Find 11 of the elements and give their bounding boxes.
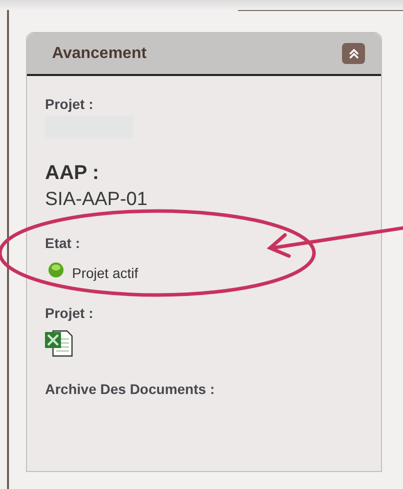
collapse-button[interactable] xyxy=(342,43,365,64)
field-label: Etat : xyxy=(45,235,80,251)
double-chevron-up-icon xyxy=(348,48,360,60)
panel-title: Avancement xyxy=(52,44,147,62)
status-text: Projet actif xyxy=(72,265,138,281)
field-value: SIA-AAP-01 xyxy=(45,189,148,211)
field-label: Projet : xyxy=(45,96,94,112)
spreadsheet-file-icon[interactable] xyxy=(45,329,75,357)
field-label: Projet : xyxy=(45,305,94,321)
field-label: AAP : xyxy=(45,162,100,185)
field-label: Archive Des Documents : xyxy=(45,381,215,397)
